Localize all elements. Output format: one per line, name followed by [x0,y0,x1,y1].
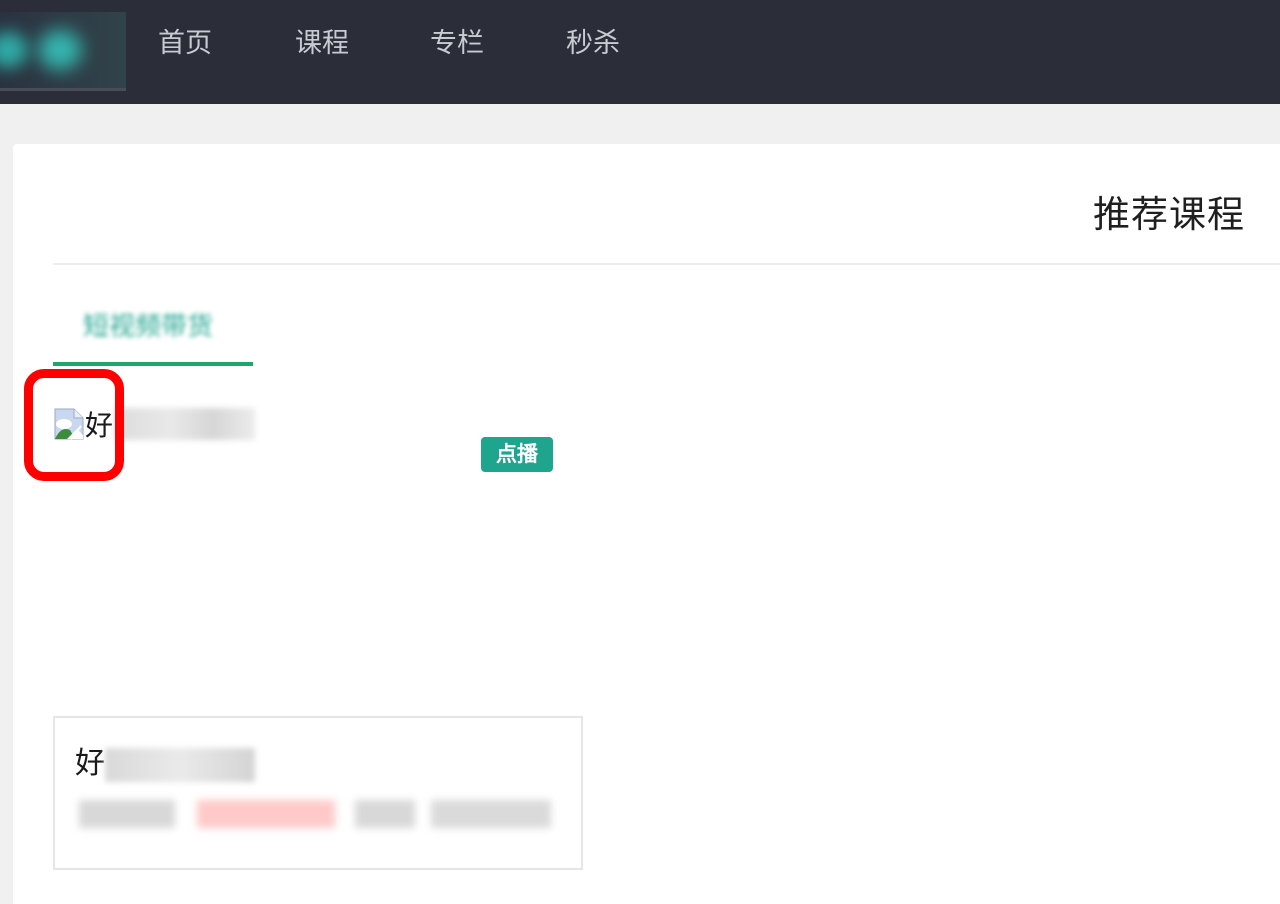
logo-mark [0,32,28,68]
meta-redacted [79,800,175,828]
course-meta [79,800,551,828]
course-title[interactable]: 好 [75,738,255,782]
logo-mark-secondary [38,30,82,70]
section-divider [53,263,1280,265]
recommended-courses-card: 推荐课程 短视频带货 好 点播 好 [13,144,1280,904]
section-title: 推荐课程 [1093,193,1245,236]
meta-redacted-2 [355,800,415,828]
price-redacted [197,800,335,828]
vod-badge: 点播 [481,437,553,472]
thumbnail-alt-text: 好 [85,409,114,442]
tab-label: 短视频带货 [83,312,214,342]
course-card[interactable]: 好 [53,716,583,870]
course-title-text: 好 [75,746,105,781]
site-logo[interactable] [0,12,126,91]
nav-flash-sale[interactable]: 秒杀 [566,26,620,62]
top-navigation-bar: 首页 课程 专栏 秒杀 [0,0,1280,104]
nav-home[interactable]: 首页 [158,26,212,62]
broken-image-icon [54,408,84,440]
course-title-redacted [105,747,255,782]
meta-redacted-3 [431,800,551,828]
nav-courses[interactable]: 课程 [295,26,349,62]
thumbnail-alt-text-redacted [115,408,256,440]
course-thumbnail[interactable]: 好 [53,406,256,442]
nav-columns[interactable]: 专栏 [430,26,484,62]
tab-short-video[interactable]: 短视频带货 [53,294,253,366]
tab-active-indicator [53,362,253,366]
